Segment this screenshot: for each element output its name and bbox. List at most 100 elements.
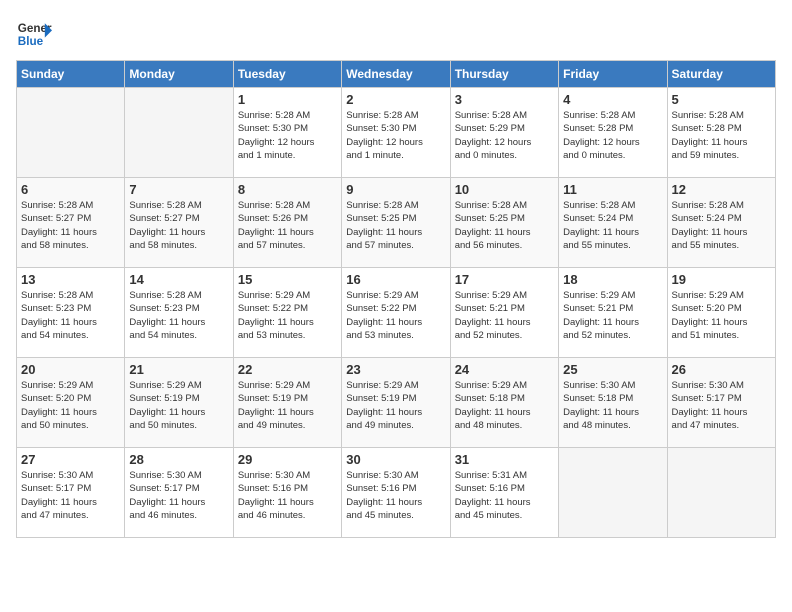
column-header-wednesday: Wednesday <box>342 61 450 88</box>
calendar-cell: 24Sunrise: 5:29 AM Sunset: 5:18 PM Dayli… <box>450 358 558 448</box>
day-number: 7 <box>129 182 228 197</box>
day-number: 31 <box>455 452 554 467</box>
calendar-body: 1Sunrise: 5:28 AM Sunset: 5:30 PM Daylig… <box>17 88 776 538</box>
calendar-cell: 26 Sunrise: 5:30 AM Sunset: 5:17 PM Dayli… <box>667 358 775 448</box>
day-number: 23 <box>346 362 445 377</box>
calendar-cell: 9 Sunrise: 5:28 AM Sunset: 5:25 PM Daylig… <box>342 178 450 268</box>
day-info: Sunrise: 5:28 AM Sunset: 5:27 PM Dayligh… <box>21 199 120 252</box>
day-info: Sunrise: 5:28 AM Sunset: 5:29 PM Dayligh… <box>455 109 554 162</box>
calendar-cell <box>17 88 125 178</box>
day-number: 4 <box>563 92 662 107</box>
day-info: Sunrise: 5:28 AM Sunset: 5:24 PM Dayligh… <box>672 199 771 252</box>
day-info: Sunrise: 5:28 AM Sunset: 5:23 PM Dayligh… <box>21 289 120 342</box>
calendar-cell: 11 Sunrise: 5:28 AM Sunset: 5:24 PM Dayli… <box>559 178 667 268</box>
calendar-week-3: 13 Sunrise: 5:28 AM Sunset: 5:23 PM Dayli… <box>17 268 776 358</box>
day-number: 14 <box>129 272 228 287</box>
day-number: 16 <box>346 272 445 287</box>
day-info: Sunrise: 5:29 AM Sunset: 5:21 PM Dayligh… <box>563 289 662 342</box>
day-info: Sunrise: 5:30 AM Sunset: 5:18 PM Dayligh… <box>563 379 662 432</box>
day-info: Sunrise: 5:28 AM Sunset: 5:30 PM Dayligh… <box>346 109 445 162</box>
day-number: 13 <box>21 272 120 287</box>
column-header-friday: Friday <box>559 61 667 88</box>
logo: General Blue <box>16 16 52 52</box>
day-number: 6 <box>21 182 120 197</box>
calendar-cell: 29 Sunrise: 5:30 AM Sunset: 5:16 PM Dayli… <box>233 448 341 538</box>
day-info: Sunrise: 5:31 AM Sunset: 5:16 PM Dayligh… <box>455 469 554 522</box>
day-number: 25 <box>563 362 662 377</box>
day-number: 30 <box>346 452 445 467</box>
day-info: Sunrise: 5:28 AM Sunset: 5:30 PM Dayligh… <box>238 109 337 162</box>
calendar-cell: 18 Sunrise: 5:29 AM Sunset: 5:21 PM Dayli… <box>559 268 667 358</box>
calendar-cell: 22Sunrise: 5:29 AM Sunset: 5:19 PM Dayli… <box>233 358 341 448</box>
day-info: Sunrise: 5:30 AM Sunset: 5:17 PM Dayligh… <box>672 379 771 432</box>
calendar-cell: 13 Sunrise: 5:28 AM Sunset: 5:23 PM Dayli… <box>17 268 125 358</box>
day-info: Sunrise: 5:29 AM Sunset: 5:19 PM Dayligh… <box>346 379 445 432</box>
day-info: Sunrise: 5:28 AM Sunset: 5:28 PM Dayligh… <box>563 109 662 162</box>
day-info: Sunrise: 5:30 AM Sunset: 5:16 PM Dayligh… <box>238 469 337 522</box>
calendar-cell: 2 Sunrise: 5:28 AM Sunset: 5:30 PM Daylig… <box>342 88 450 178</box>
day-number: 29 <box>238 452 337 467</box>
calendar-cell <box>559 448 667 538</box>
day-info: Sunrise: 5:30 AM Sunset: 5:16 PM Dayligh… <box>346 469 445 522</box>
day-number: 20 <box>21 362 120 377</box>
calendar-cell: 15 Sunrise: 5:29 AM Sunset: 5:22 PM Dayli… <box>233 268 341 358</box>
calendar-cell: 4 Sunrise: 5:28 AM Sunset: 5:28 PM Daylig… <box>559 88 667 178</box>
day-info: Sunrise: 5:28 AM Sunset: 5:25 PM Dayligh… <box>455 199 554 252</box>
day-number: 2 <box>346 92 445 107</box>
day-number: 8 <box>238 182 337 197</box>
svg-text:Blue: Blue <box>18 35 44 48</box>
calendar-week-5: 27Sunrise: 5:30 AM Sunset: 5:17 PM Dayli… <box>17 448 776 538</box>
day-number: 24 <box>455 362 554 377</box>
day-number: 10 <box>455 182 554 197</box>
day-number: 19 <box>672 272 771 287</box>
day-info: Sunrise: 5:28 AM Sunset: 5:23 PM Dayligh… <box>129 289 228 342</box>
calendar-cell: 12 Sunrise: 5:28 AM Sunset: 5:24 PM Dayli… <box>667 178 775 268</box>
column-header-saturday: Saturday <box>667 61 775 88</box>
calendar-cell: 1Sunrise: 5:28 AM Sunset: 5:30 PM Daylig… <box>233 88 341 178</box>
calendar-table: SundayMondayTuesdayWednesdayThursdayFrid… <box>16 60 776 538</box>
page-header: General Blue <box>16 16 776 52</box>
day-info: Sunrise: 5:29 AM Sunset: 5:22 PM Dayligh… <box>238 289 337 342</box>
day-number: 22 <box>238 362 337 377</box>
calendar-cell: 27Sunrise: 5:30 AM Sunset: 5:17 PM Dayli… <box>17 448 125 538</box>
day-number: 18 <box>563 272 662 287</box>
day-number: 3 <box>455 92 554 107</box>
column-header-thursday: Thursday <box>450 61 558 88</box>
calendar-cell: 21 Sunrise: 5:29 AM Sunset: 5:19 PM Dayli… <box>125 358 233 448</box>
calendar-cell: 20 Sunrise: 5:29 AM Sunset: 5:20 PM Dayli… <box>17 358 125 448</box>
calendar-cell: 14 Sunrise: 5:28 AM Sunset: 5:23 PM Dayli… <box>125 268 233 358</box>
calendar-cell: 10 Sunrise: 5:28 AM Sunset: 5:25 PM Dayli… <box>450 178 558 268</box>
calendar-cell: 31 Sunrise: 5:31 AM Sunset: 5:16 PM Dayli… <box>450 448 558 538</box>
day-info: Sunrise: 5:28 AM Sunset: 5:28 PM Dayligh… <box>672 109 771 162</box>
day-info: Sunrise: 5:29 AM Sunset: 5:19 PM Dayligh… <box>129 379 228 432</box>
day-info: Sunrise: 5:29 AM Sunset: 5:22 PM Dayligh… <box>346 289 445 342</box>
day-number: 11 <box>563 182 662 197</box>
day-info: Sunrise: 5:28 AM Sunset: 5:25 PM Dayligh… <box>346 199 445 252</box>
calendar-cell: 16 Sunrise: 5:29 AM Sunset: 5:22 PM Dayli… <box>342 268 450 358</box>
day-number: 9 <box>346 182 445 197</box>
day-info: Sunrise: 5:28 AM Sunset: 5:24 PM Dayligh… <box>563 199 662 252</box>
day-number: 15 <box>238 272 337 287</box>
calendar-cell <box>125 88 233 178</box>
column-header-sunday: Sunday <box>17 61 125 88</box>
day-info: Sunrise: 5:29 AM Sunset: 5:20 PM Dayligh… <box>21 379 120 432</box>
calendar-cell <box>667 448 775 538</box>
day-number: 26 <box>672 362 771 377</box>
day-info: Sunrise: 5:30 AM Sunset: 5:17 PM Dayligh… <box>21 469 120 522</box>
day-info: Sunrise: 5:29 AM Sunset: 5:21 PM Dayligh… <box>455 289 554 342</box>
day-number: 21 <box>129 362 228 377</box>
column-header-tuesday: Tuesday <box>233 61 341 88</box>
day-info: Sunrise: 5:28 AM Sunset: 5:26 PM Dayligh… <box>238 199 337 252</box>
column-header-monday: Monday <box>125 61 233 88</box>
calendar-cell: 7Sunrise: 5:28 AM Sunset: 5:27 PM Daylig… <box>125 178 233 268</box>
logo-icon: General Blue <box>16 16 52 52</box>
day-number: 12 <box>672 182 771 197</box>
calendar-cell: 23 Sunrise: 5:29 AM Sunset: 5:19 PM Dayli… <box>342 358 450 448</box>
calendar-header-row: SundayMondayTuesdayWednesdayThursdayFrid… <box>17 61 776 88</box>
calendar-cell: 17 Sunrise: 5:29 AM Sunset: 5:21 PM Dayli… <box>450 268 558 358</box>
day-info: Sunrise: 5:29 AM Sunset: 5:20 PM Dayligh… <box>672 289 771 342</box>
calendar-cell: 5Sunrise: 5:28 AM Sunset: 5:28 PM Daylig… <box>667 88 775 178</box>
calendar-cell: 8 Sunrise: 5:28 AM Sunset: 5:26 PM Daylig… <box>233 178 341 268</box>
day-number: 17 <box>455 272 554 287</box>
day-info: Sunrise: 5:30 AM Sunset: 5:17 PM Dayligh… <box>129 469 228 522</box>
